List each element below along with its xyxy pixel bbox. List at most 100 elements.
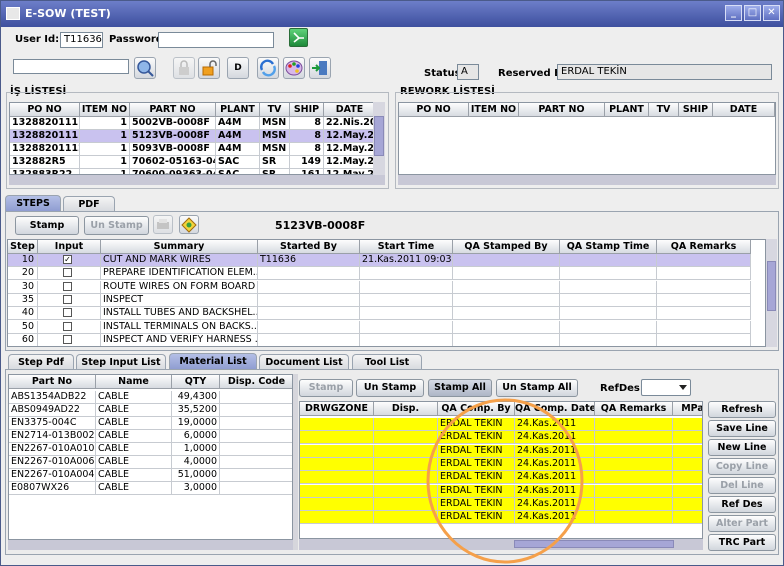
table-cell[interactable]: A4M xyxy=(216,130,260,143)
is-listesi-vscroll-thumb[interactable] xyxy=(374,116,384,156)
step-summary[interactable]: ROUTE WIRES ON FORM BOARD xyxy=(101,280,258,294)
empty-cell[interactable] xyxy=(453,293,560,307)
table-cell[interactable]: 12.May.2011 xyxy=(324,156,376,169)
trc-part-button[interactable]: TRC Part xyxy=(708,534,776,551)
step-summary[interactable]: CUT AND MARK WIRES xyxy=(101,254,258,267)
is-listesi-table[interactable]: PO NO ITEM NO PART NO PLANT TV SHIP DATE 132882… xyxy=(9,102,385,175)
unstamp-button[interactable]: Un Stamp xyxy=(84,216,149,235)
user-id-field[interactable]: T11636 xyxy=(60,32,103,48)
print-button[interactable] xyxy=(153,215,173,234)
qa-cell[interactable] xyxy=(595,484,673,498)
qa-cell[interactable] xyxy=(300,444,374,458)
input-cell[interactable]: ✓ xyxy=(38,254,101,267)
input-checkbox[interactable] xyxy=(63,321,72,331)
table-cell[interactable]: 149 xyxy=(290,156,324,169)
start-time[interactable]: 21.Kas.2011 09:03:... xyxy=(360,254,453,267)
palette-button[interactable] xyxy=(283,57,305,79)
qa-cell[interactable] xyxy=(673,431,702,445)
empty-cell[interactable] xyxy=(657,307,751,321)
material-table[interactable]: Part No Name QTY Disp. Code ABS1354ADB22 CABL… xyxy=(8,374,293,540)
table-cell[interactable]: 132882R5 xyxy=(10,156,80,169)
start-time[interactable] xyxy=(360,320,453,334)
material-cell[interactable]: CABLE xyxy=(96,391,172,404)
empty-cell[interactable] xyxy=(657,254,751,267)
sync-button[interactable] xyxy=(257,57,279,79)
column-header[interactable]: PLANT xyxy=(605,103,649,117)
column-header[interactable]: Started By xyxy=(258,240,360,254)
start-time[interactable] xyxy=(360,280,453,294)
unstamp-all-button[interactable]: Un Stamp All xyxy=(496,379,578,397)
material-hscroll[interactable] xyxy=(8,540,293,550)
start-time[interactable] xyxy=(360,333,453,346)
input-checkbox[interactable] xyxy=(63,268,72,278)
empty-cell[interactable] xyxy=(453,267,560,281)
rework-hscroll[interactable] xyxy=(398,175,776,185)
tab-steps[interactable]: STEPS xyxy=(5,195,61,212)
table-cell[interactable]: 1 xyxy=(80,143,130,156)
column-header[interactable]: Part No xyxy=(9,375,96,389)
column-header[interactable]: Summary xyxy=(101,240,258,254)
table-cell[interactable]: MSN xyxy=(260,143,290,156)
tab-step-pdf[interactable]: Step Pdf xyxy=(8,354,74,370)
empty-cell[interactable] xyxy=(657,293,751,307)
input-checkbox[interactable] xyxy=(63,294,72,304)
password-field[interactable] xyxy=(158,32,274,48)
disp-code-cell[interactable] xyxy=(220,482,292,495)
empty-cell[interactable] xyxy=(560,267,657,281)
step-number[interactable]: 50 xyxy=(8,320,38,334)
steps-table[interactable]: Step Input Summary Started By Start Time QA S… xyxy=(7,239,766,347)
material-cell[interactable]: 49,4300 xyxy=(172,391,220,404)
qa-cell[interactable] xyxy=(300,418,374,431)
started-by[interactable] xyxy=(258,307,360,321)
disp-code-cell[interactable] xyxy=(220,469,292,482)
table-cell[interactable]: 5002VB-0008F xyxy=(130,117,216,130)
steps-vscroll-thumb[interactable] xyxy=(767,261,776,311)
table-cell[interactable]: A4M xyxy=(216,117,260,130)
material-cell[interactable]: 51,0000 xyxy=(172,469,220,482)
qa-cell[interactable] xyxy=(300,431,374,445)
search-input[interactable] xyxy=(13,59,129,74)
table-cell[interactable]: 5123VB-0008F xyxy=(130,130,216,143)
qa-cell[interactable] xyxy=(595,497,673,511)
material-cell[interactable]: EN2267-010A010S xyxy=(9,443,96,456)
material-cell[interactable]: 6,0000 xyxy=(172,430,220,443)
material-cell[interactable]: 19,0000 xyxy=(172,417,220,430)
qa-cell[interactable] xyxy=(673,418,702,431)
column-header[interactable]: SHIP xyxy=(290,103,324,117)
is-listesi-vscroll[interactable] xyxy=(373,102,385,175)
column-header[interactable]: DATE xyxy=(713,103,775,117)
stamp-all-button[interactable]: Stamp All xyxy=(428,379,492,397)
empty-cell[interactable] xyxy=(560,280,657,294)
column-header[interactable]: ITEM NO xyxy=(80,103,130,117)
new-line-button[interactable]: New Line xyxy=(708,439,776,456)
column-header[interactable]: QA Remarks xyxy=(595,402,673,416)
disp-code-cell[interactable] xyxy=(220,430,292,443)
tab-material-list[interactable]: Material List xyxy=(169,353,257,370)
qa-cell[interactable] xyxy=(595,431,673,445)
table-cell[interactable]: 12.May.2011 xyxy=(324,143,376,156)
table-cell[interactable]: A4M xyxy=(216,143,260,156)
input-cell[interactable] xyxy=(38,333,101,346)
steps-vscroll[interactable] xyxy=(766,239,777,347)
column-header[interactable]: TV xyxy=(260,103,290,117)
ref-des-button[interactable]: Ref Des xyxy=(708,496,776,513)
qa-cell[interactable] xyxy=(595,471,673,485)
qa-cell[interactable] xyxy=(300,457,374,471)
started-by[interactable] xyxy=(258,280,360,294)
input-cell[interactable] xyxy=(38,293,101,307)
material-cell[interactable]: CABLE xyxy=(96,430,172,443)
table-cell[interactable]: 5093VB-0008F xyxy=(130,143,216,156)
qa-cell[interactable] xyxy=(300,511,374,525)
maximize-icon[interactable]: □ xyxy=(744,5,761,21)
qa-cell[interactable] xyxy=(595,444,673,458)
material-cell[interactable]: CABLE xyxy=(96,443,172,456)
column-header[interactable]: DRWGZONE xyxy=(300,402,374,416)
login-button[interactable] xyxy=(289,28,308,47)
copy-line-button[interactable]: Copy Line xyxy=(708,458,776,475)
material-cell[interactable]: ABS1354ADB22 xyxy=(9,391,96,404)
column-header[interactable]: Step xyxy=(8,240,38,254)
input-cell[interactable] xyxy=(38,280,101,294)
empty-cell[interactable] xyxy=(560,293,657,307)
rework-table[interactable]: PO NO ITEM NO PART NO PLANT TV SHIP DATE xyxy=(398,102,776,175)
table-cell[interactable]: 8 xyxy=(290,143,324,156)
